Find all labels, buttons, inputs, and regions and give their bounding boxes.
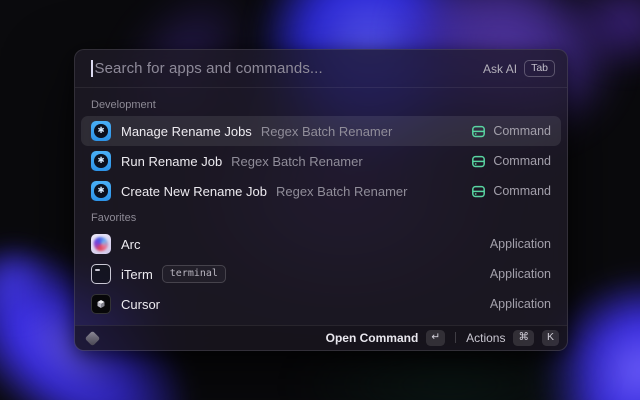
item-type-label: Command <box>493 154 551 168</box>
raycast-launcher-window: Search for apps and commands... Ask AI T… <box>74 49 568 351</box>
command-terminal-icon <box>471 184 486 199</box>
list-item-manage-rename-jobs[interactable]: ✱ Manage Rename Jobs Regex Batch Renamer… <box>81 116 561 146</box>
command-key-icon: ⌘ <box>513 330 534 347</box>
item-type-label: Application <box>490 297 551 311</box>
command-terminal-icon <box>471 154 486 169</box>
item-type-label: Command <box>493 184 551 198</box>
text-caret <box>91 60 93 77</box>
item-title: Create New Rename Job <box>121 184 267 199</box>
item-type-label: Application <box>490 267 551 281</box>
ask-ai-button[interactable]: Ask AI Tab <box>483 60 555 78</box>
item-subtitle: Regex Batch Renamer <box>231 154 363 169</box>
background-shape <box>0 245 55 325</box>
raycast-logo-icon <box>85 330 101 346</box>
command-terminal-icon <box>471 124 486 139</box>
results-list: Development ✱ Manage Rename Jobs Regex B… <box>75 88 567 325</box>
list-item-create-new-rename-job[interactable]: ✱ Create New Rename Job Regex Batch Rena… <box>81 176 561 206</box>
action-bar: Open Command ↵ Actions ⌘ K <box>75 325 567 350</box>
item-type-label: Command <box>493 124 551 138</box>
item-subtitle: Regex Batch Renamer <box>261 124 393 139</box>
item-title: Cursor <box>121 297 160 312</box>
item-type-label: Application <box>490 237 551 251</box>
regex-batch-renamer-icon: ✱ <box>91 151 111 171</box>
k-key-icon: K <box>542 330 559 347</box>
iterm-app-icon <box>91 264 111 284</box>
ask-ai-label: Ask AI <box>483 62 517 76</box>
item-title: iTerm <box>121 267 153 282</box>
cursor-app-icon <box>91 294 111 314</box>
open-command-button[interactable]: Open Command <box>326 331 419 345</box>
list-item-iterm[interactable]: iTerm terminal Application <box>81 259 561 289</box>
actions-button[interactable]: Actions <box>466 331 505 345</box>
item-title: Run Rename Job <box>121 154 222 169</box>
item-subtitle: Regex Batch Renamer <box>276 184 408 199</box>
enter-key-icon: ↵ <box>426 330 445 347</box>
search-input[interactable]: Search for apps and commands... Ask AI T… <box>75 50 567 88</box>
background-shape <box>560 0 640 75</box>
desktop-background: Search for apps and commands... Ask AI T… <box>0 0 640 400</box>
list-item-run-rename-job[interactable]: ✱ Run Rename Job Regex Batch Renamer Com… <box>81 146 561 176</box>
list-item-arc[interactable]: Arc Application <box>81 229 561 259</box>
list-item-cursor[interactable]: Cursor Application <box>81 289 561 319</box>
regex-batch-renamer-icon: ✱ <box>91 121 111 141</box>
regex-batch-renamer-icon: ✱ <box>91 181 111 201</box>
footer-divider <box>455 332 456 343</box>
item-title: Manage Rename Jobs <box>121 124 252 139</box>
section-header-favorites: Favorites <box>81 206 561 229</box>
item-keyword-tag: terminal <box>162 265 226 283</box>
search-placeholder: Search for apps and commands... <box>95 60 323 77</box>
arc-app-icon <box>91 234 111 254</box>
tab-key-badge: Tab <box>524 60 555 78</box>
item-title: Arc <box>121 237 141 252</box>
section-header-development: Development <box>81 93 561 116</box>
